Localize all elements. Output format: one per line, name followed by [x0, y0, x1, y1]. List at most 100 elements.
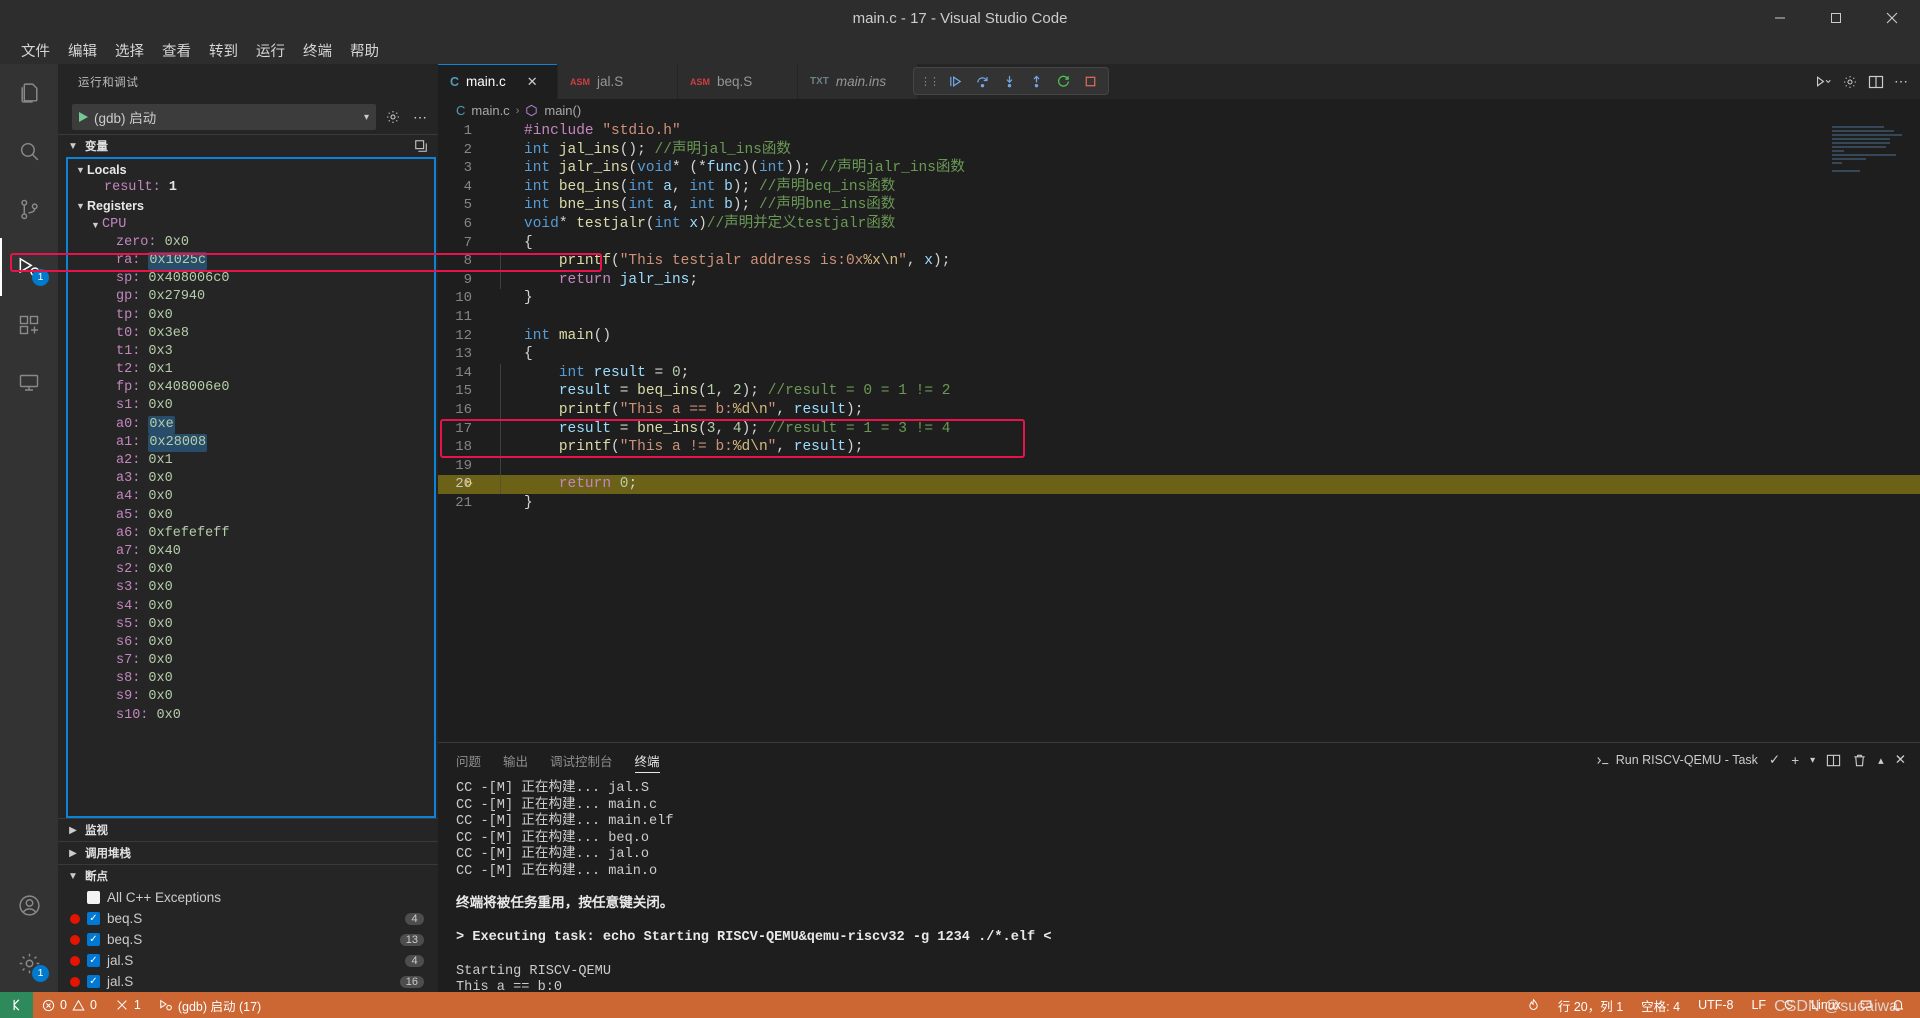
- activity-accounts[interactable]: [0, 876, 58, 934]
- tab-terminal[interactable]: 终端: [635, 743, 660, 777]
- launch-configuration-select[interactable]: (gdb) 启动 ▾: [72, 104, 376, 130]
- code-line[interactable]: 6void* testjalr(int x)//声明并定义testjalr函数: [438, 215, 1920, 234]
- eol[interactable]: LF: [1742, 992, 1775, 1018]
- code-line[interactable]: 11: [438, 308, 1920, 327]
- tree-row-register[interactable]: s9: 0x0: [68, 688, 434, 706]
- tree-row-register[interactable]: t2: 0x1: [68, 361, 434, 379]
- breadcrumb-symbol[interactable]: main(): [544, 103, 581, 118]
- ellipsis-icon[interactable]: ⋯: [1894, 73, 1908, 90]
- tree-row-local[interactable]: result: 1: [68, 179, 434, 197]
- tree-node-registers[interactable]: ▼Registers: [68, 197, 434, 215]
- breakpoint-checkbox[interactable]: ✓: [87, 933, 100, 946]
- activity-manage[interactable]: 1: [0, 934, 58, 992]
- menu-select[interactable]: 选择: [106, 37, 153, 64]
- play-chevron-icon[interactable]: [1815, 74, 1832, 89]
- code-lines[interactable]: 1#include "stdio.h"2int jal_ins(); //声明j…: [438, 122, 1920, 512]
- continue-button[interactable]: [943, 70, 967, 92]
- tree-row-register[interactable]: tp: 0x0: [68, 307, 434, 325]
- tab-debug-console[interactable]: 调试控制台: [550, 743, 613, 777]
- step-over-button[interactable]: [970, 70, 994, 92]
- tab-output[interactable]: 输出: [503, 743, 528, 777]
- variables-pane-header[interactable]: ▼ 变量: [58, 134, 438, 157]
- tree-row-register[interactable]: fp: 0x408006e0: [68, 379, 434, 397]
- breadcrumb-file[interactable]: main.c: [471, 103, 509, 118]
- start-debug-icon[interactable]: [79, 112, 88, 122]
- step-out-button[interactable]: [1024, 70, 1048, 92]
- code-line[interactable]: 21}: [438, 494, 1920, 513]
- breakpoint-row[interactable]: ✓beq.S4: [58, 908, 438, 929]
- code-line[interactable]: 5int bne_ins(int a, int b); //声明bne_ins函…: [438, 196, 1920, 215]
- breakpoint-checkbox[interactable]: [87, 891, 100, 904]
- tab-main-ins[interactable]: TXT main.ins: [798, 64, 918, 99]
- tree-row-register[interactable]: sp: 0x408006c0: [68, 270, 434, 288]
- activity-source-control[interactable]: [0, 180, 58, 238]
- minimize-button[interactable]: [1752, 0, 1808, 36]
- tab-main-c[interactable]: C main.c ✕: [438, 64, 558, 99]
- tree-row-register[interactable]: a2: 0x1: [68, 452, 434, 470]
- plus-icon[interactable]: +: [1791, 753, 1799, 768]
- code-line[interactable]: 12int main(): [438, 327, 1920, 346]
- ports-indicator[interactable]: 1: [106, 992, 150, 1018]
- code-line[interactable]: 1#include "stdio.h": [438, 122, 1920, 141]
- breakpoint-row[interactable]: ✓jal.S16: [58, 971, 438, 992]
- tab-jal-s[interactable]: ASM jal.S: [558, 64, 678, 99]
- debug-more-actions-button[interactable]: ⋯: [410, 107, 430, 127]
- tree-node-locals[interactable]: ▼Locals: [68, 161, 434, 179]
- language-mode[interactable]: C: [1775, 992, 1802, 1018]
- platform[interactable]: Linux: [1802, 992, 1850, 1018]
- breakpoint-row[interactable]: ✓beq.S13: [58, 929, 438, 950]
- tree-row-register[interactable]: a5: 0x0: [68, 507, 434, 525]
- activity-search[interactable]: [0, 122, 58, 180]
- split-icon[interactable]: [1826, 753, 1841, 768]
- code-line[interactable]: 9 return jalr_ins;: [438, 271, 1920, 290]
- breakpoint-checkbox[interactable]: ✓: [87, 912, 100, 925]
- close-button[interactable]: [1864, 0, 1920, 36]
- split-editor-icon[interactable]: [1868, 74, 1884, 90]
- tree-row-register[interactable]: a6: 0xfefefeff: [68, 525, 434, 543]
- menu-view[interactable]: 查看: [153, 37, 200, 64]
- activity-run-and-debug[interactable]: 1: [0, 238, 58, 296]
- bell-icon[interactable]: [1882, 992, 1914, 1018]
- breakpoints-pane-header[interactable]: ▼ 断点: [58, 864, 438, 887]
- tree-node-cpu[interactable]: ▼CPU: [68, 216, 434, 234]
- tree-row-register[interactable]: s3: 0x0: [68, 579, 434, 597]
- callstack-pane-header[interactable]: ▶ 调用堆栈: [58, 841, 438, 864]
- problems-indicator[interactable]: 0 0: [33, 992, 106, 1018]
- menu-file[interactable]: 文件: [12, 37, 59, 64]
- tree-row-register[interactable]: ra: 0x1025c: [68, 252, 434, 270]
- code-line[interactable]: 3int jalr_ins(void* (*func)(int)); //声明j…: [438, 159, 1920, 178]
- debug-session-indicator[interactable]: (gdb) 启动 (17): [150, 992, 270, 1018]
- tree-row-register[interactable]: t1: 0x3: [68, 343, 434, 361]
- indentation[interactable]: 空格: 4: [1632, 992, 1689, 1018]
- code-line[interactable]: 10}: [438, 289, 1920, 308]
- flame-indicator[interactable]: [1518, 992, 1549, 1018]
- activity-extensions[interactable]: [0, 296, 58, 354]
- close-icon[interactable]: ✕: [527, 74, 538, 90]
- tree-row-register[interactable]: s1: 0x0: [68, 397, 434, 415]
- code-line[interactable]: 2int jal_ins(); //声明jal_ins函数: [438, 141, 1920, 160]
- code-line[interactable]: 4int beq_ins(int a, int b); //声明beq_ins函…: [438, 178, 1920, 197]
- grip-icon[interactable]: ⋮⋮: [920, 75, 940, 88]
- code-line[interactable]: 8 printf("This testjalr address is:0x%x\…: [438, 252, 1920, 271]
- chevron-down-icon[interactable]: ▾: [1810, 755, 1815, 766]
- variables-tree-container[interactable]: ▼Localsresult: 1▼Registers▼CPUzero: 0x0r…: [66, 157, 436, 818]
- restart-button[interactable]: [1051, 70, 1075, 92]
- debug-toolbar[interactable]: ⋮⋮: [913, 67, 1109, 95]
- stop-button[interactable]: [1078, 70, 1102, 92]
- code-line[interactable]: 19: [438, 457, 1920, 476]
- activity-remote-explorer[interactable]: [0, 354, 58, 412]
- tree-row-register[interactable]: a7: 0x40: [68, 543, 434, 561]
- menu-terminal[interactable]: 终端: [294, 37, 341, 64]
- tree-row-register[interactable]: s10: 0x0: [68, 707, 434, 725]
- close-icon[interactable]: ✕: [1895, 752, 1906, 768]
- tree-row-register[interactable]: s6: 0x0: [68, 634, 434, 652]
- terminal-task-selector[interactable]: Run RISCV-QEMU - Task: [1596, 753, 1758, 767]
- tree-row-register[interactable]: a4: 0x0: [68, 488, 434, 506]
- tree-row-register[interactable]: s7: 0x0: [68, 652, 434, 670]
- activity-explorer[interactable]: [0, 64, 58, 122]
- collapse-all-icon[interactable]: [414, 139, 438, 153]
- tab-beq-s[interactable]: ASM beq.S: [678, 64, 798, 99]
- tree-row-register[interactable]: s4: 0x0: [68, 598, 434, 616]
- code-line[interactable]: 7{: [438, 234, 1920, 253]
- tree-row-register[interactable]: a1: 0x28008: [68, 434, 434, 452]
